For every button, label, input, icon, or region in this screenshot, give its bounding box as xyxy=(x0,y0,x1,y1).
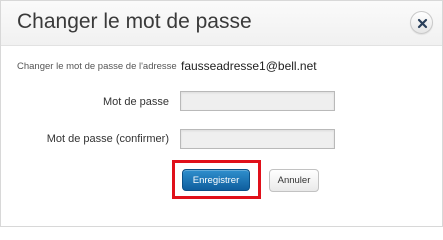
password-input[interactable] xyxy=(180,91,335,111)
confirm-password-input[interactable] xyxy=(180,129,335,149)
change-password-dialog: Changer le mot de passe Changer le mot d… xyxy=(0,0,443,227)
email-label: Changer le mot de passe de l'adresse xyxy=(17,61,177,72)
save-button[interactable]: Enregistrer xyxy=(182,169,250,191)
close-icon xyxy=(417,18,428,29)
close-button[interactable] xyxy=(410,11,433,34)
confirm-password-label: Mot de passe (confirmer) xyxy=(46,133,169,145)
dialog-title: Changer le mot de passe xyxy=(17,10,252,33)
email-value: fausseadresse1@bell.net xyxy=(181,59,317,73)
cancel-button[interactable]: Annuler xyxy=(269,169,319,192)
dialog-header: Changer le mot de passe xyxy=(1,1,442,46)
password-label: Mot de passe xyxy=(102,96,169,108)
